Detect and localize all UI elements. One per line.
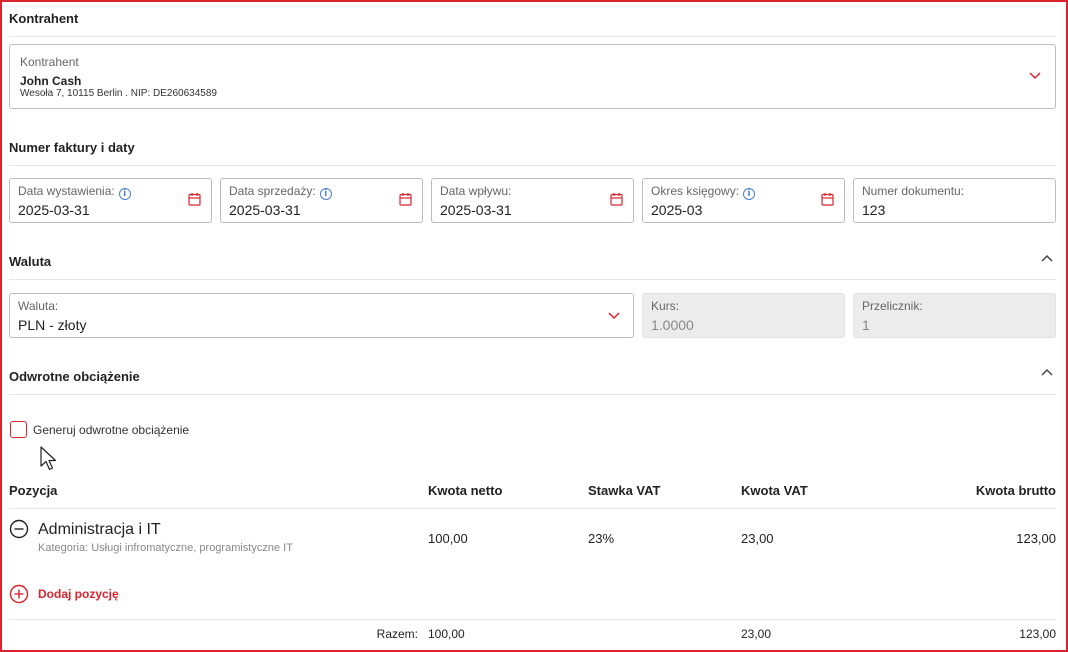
calendar-icon[interactable] xyxy=(188,192,201,206)
receipt-date-value: 2025-03-31 xyxy=(440,202,512,218)
document-number-label: Numer dokumentu: xyxy=(862,184,965,198)
divider xyxy=(9,36,1056,37)
add-position-button[interactable]: Dodaj pozycję xyxy=(9,584,119,604)
position-gross: 123,00 xyxy=(1016,531,1056,546)
currency-label: Waluta: xyxy=(18,299,59,313)
exchange-rate-label: Kurs: xyxy=(651,299,680,313)
multiplier-value: 1 xyxy=(862,317,870,333)
contractor-name: John Cash xyxy=(20,74,82,88)
accounting-period-label: Okres księgowy: xyxy=(651,184,740,198)
chevron-up-icon[interactable] xyxy=(1040,253,1054,263)
column-header-vat-rate: Stawka VAT xyxy=(588,483,661,498)
column-header-gross: Kwota brutto xyxy=(975,483,1056,498)
sale-date-label: Data sprzedaży: xyxy=(229,184,316,198)
divider xyxy=(9,279,1056,280)
document-number-value: 123 xyxy=(862,202,886,218)
chevron-down-icon[interactable] xyxy=(607,311,621,321)
accounting-period-value: 2025-03 xyxy=(651,202,703,218)
receipt-date-field[interactable]: Data wpływu: 2025-03-31 xyxy=(431,178,634,223)
reverse-charge-section-title: Odwrotne obciążenie xyxy=(9,369,140,384)
column-header-net: Kwota netto xyxy=(428,483,503,498)
multiplier-label: Przelicznik: xyxy=(862,299,923,313)
invoice-section-title: Numer faktury i daty xyxy=(9,140,135,155)
exchange-rate-value: 1.0000 xyxy=(651,317,694,333)
issue-date-label: Data wystawienia: xyxy=(18,184,115,198)
column-header-vat: Kwota VAT xyxy=(741,483,808,498)
chevron-up-icon[interactable] xyxy=(1040,367,1054,377)
divider xyxy=(9,165,1056,166)
position-category: Kategoria: Usługi infromatyczne, program… xyxy=(38,542,293,554)
total-vat: 23,00 xyxy=(741,627,772,641)
info-icon[interactable]: i xyxy=(118,188,131,200)
reverse-charge-checkbox-label[interactable]: Generuj odwrotne obciążenie xyxy=(33,423,189,437)
position-name[interactable]: Administracja i IT xyxy=(38,521,161,539)
receipt-date-label: Data wpływu: xyxy=(440,184,512,198)
issue-date-field[interactable]: Data wystawienia: i 2025-03-31 xyxy=(9,178,212,223)
add-position-label: Dodaj pozycję xyxy=(38,587,119,601)
document-number-field[interactable]: Numer dokumentu: 123 xyxy=(853,178,1056,223)
sale-date-field[interactable]: Data sprzedaży: i 2025-03-31 xyxy=(220,178,423,223)
divider xyxy=(9,394,1056,395)
currency-section-title: Waluta xyxy=(9,254,52,269)
contractor-address: Wesoła 7, 10115 Berlin . NIP: DE26063458… xyxy=(20,88,217,99)
contractor-field-label: Kontrahent xyxy=(20,55,79,69)
calendar-icon[interactable] xyxy=(821,192,834,206)
total-gross: 123,00 xyxy=(1019,627,1056,641)
accounting-period-field[interactable]: Okres księgowy: i 2025-03 xyxy=(642,178,845,223)
currency-select[interactable]: Waluta: PLN - złoty xyxy=(9,293,634,338)
sale-date-value: 2025-03-31 xyxy=(229,202,301,218)
total-net: 100,00 xyxy=(428,627,465,641)
total-label: Razem: xyxy=(376,627,418,641)
contractor-section-title: Kontrahent xyxy=(9,11,79,26)
position-vat: 23,00 xyxy=(741,531,774,546)
issue-date-value: 2025-03-31 xyxy=(18,202,90,218)
currency-value: PLN - złoty xyxy=(18,317,87,333)
add-circle-icon xyxy=(9,584,29,604)
contractor-select[interactable]: Kontrahent John Cash Wesoła 7, 10115 Ber… xyxy=(9,44,1056,109)
chevron-down-icon[interactable] xyxy=(1028,71,1042,81)
mouse-cursor-icon xyxy=(40,446,57,471)
divider xyxy=(9,508,1056,509)
multiplier-field: Przelicznik: 1 xyxy=(853,293,1056,338)
calendar-icon[interactable] xyxy=(610,192,623,206)
exchange-rate-field: Kurs: 1.0000 xyxy=(642,293,845,338)
divider xyxy=(9,619,1056,620)
info-icon[interactable]: i xyxy=(319,188,332,200)
calendar-icon[interactable] xyxy=(399,192,412,206)
remove-circle-icon[interactable] xyxy=(9,519,29,539)
reverse-charge-checkbox[interactable] xyxy=(10,421,27,438)
column-header-position: Pozycja xyxy=(9,483,58,498)
position-net: 100,00 xyxy=(428,531,468,546)
position-vat-rate: 23% xyxy=(588,531,615,546)
info-icon[interactable]: i xyxy=(743,188,756,200)
